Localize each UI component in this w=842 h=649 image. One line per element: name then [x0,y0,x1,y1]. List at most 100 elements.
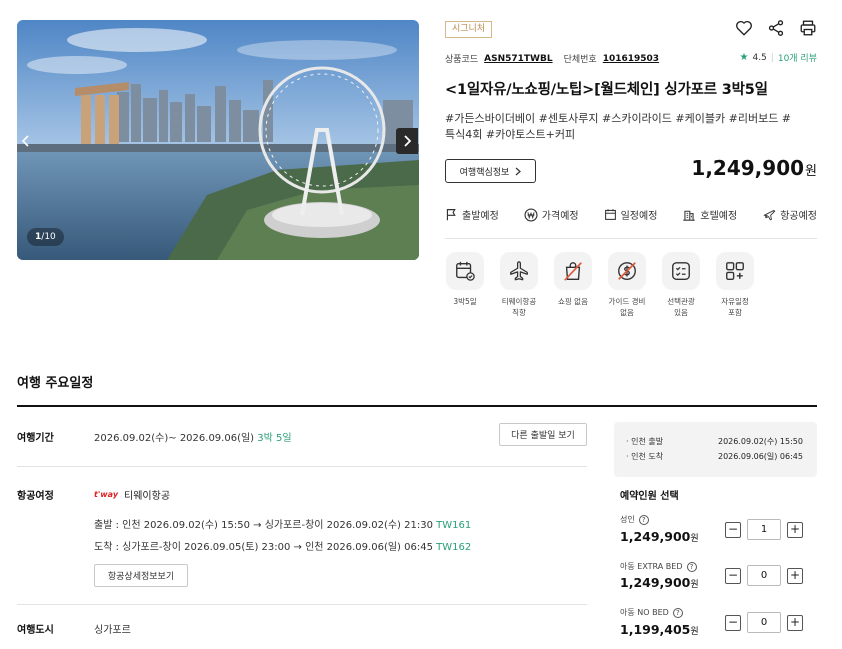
increase-button[interactable]: + [787,614,803,631]
feature-airline-line2: 직항 [512,308,526,317]
status-row: 출발예정 가격예정 일정예정 호텔예정 항공예정 [445,207,817,222]
travel-city-label: 여행도시 [17,625,54,636]
flight-summary-box: · 인천 출발 2026.09.02(수) 15:50 · 인천 도착 2026… [614,422,817,477]
pax-child-extra-bed-price: 1,249,900원 [620,575,699,590]
help-icon[interactable]: ? [686,561,697,572]
calendar-icon [604,209,616,220]
product-actions [735,19,817,37]
won-circle-icon [524,207,538,222]
product-image[interactable] [17,20,419,260]
feature-no-shopping: 쇼핑 없음 [553,252,593,318]
status-price-label: 가격예정 [541,211,579,222]
pax-child-extra-bed-name: 아동 EXTRA BED [620,562,683,571]
pax-child-no-bed-price-unit: 원 [690,627,699,637]
print-icon[interactable] [799,19,817,37]
feature-airline-line1: 티웨이항공 [501,297,537,306]
calendar-check-icon [456,261,475,281]
pax-child-no-bed-count[interactable]: 0 [747,612,781,633]
pax-adult-name: 성인 [620,515,635,524]
travel-period-value: 2026.09.02(수)~ 2026.09.06(일) 3박 5일 [94,429,292,444]
pax-adult-count[interactable]: 1 [747,519,781,540]
flag-icon [446,209,456,221]
feature-free-schedule: 자유일정 포함 [715,252,755,318]
departure-flight-number: TW161 [436,520,472,531]
divider [445,238,817,239]
feature-no-guide-fee-line2: 없음 [620,308,634,317]
product-price: 1,249,900원 [691,156,817,180]
heart-icon[interactable] [735,19,753,37]
pax-child-no-bed-price-amount: 1,199,405 [620,622,691,637]
summary-depart-value: 2026.09.02(수) 15:50 [717,437,803,446]
hotel-icon [683,210,696,221]
airline-name: 티웨이항공 [124,491,171,502]
feature-optional-tour-line2: 있음 [674,308,688,317]
group-number-value[interactable]: 101619503 [603,54,659,64]
feature-no-guide-fee: 가이드 경비없음 [607,252,647,318]
no-guide-fee-icon [618,262,636,280]
status-flight: 항공예정 [762,207,817,222]
travel-period-dates: 2026.09.02(수)~ 2026.09.06(일) [94,433,255,444]
signature-badge: 시그니처 [445,21,493,38]
plane-icon [763,209,776,221]
status-itinerary-label: 일정예정 [620,211,658,222]
feature-airline: 티웨이항공직항 [499,252,539,318]
review-count-link[interactable]: 10개 리뷰 [778,51,817,64]
feature-duration-label: 3박5일 [453,297,477,306]
other-departure-dates-button[interactable]: 다른 출발일 보기 [499,423,587,446]
travel-city-value: 싱가포르 [94,625,131,636]
pax-adult-price-amount: 1,249,900 [620,529,691,544]
airline: t'way 티웨이항공 [94,487,170,502]
status-hotel-label: 호텔예정 [700,211,738,222]
product-code-label: 상품코드 [445,55,479,65]
share-icon[interactable] [767,19,785,37]
row-divider [17,466,587,467]
singapore-skyline-photo [17,20,419,260]
product-code-value[interactable]: ASN571TWBL [484,54,552,64]
status-hotel: 호텔예정 [682,207,737,222]
pax-child-no-bed-price: 1,199,405원 [620,622,699,637]
status-itinerary: 일정예정 [604,207,658,222]
section-divider [17,405,817,407]
chevron-right-icon [515,167,522,175]
product-codes: 상품코드 ASN571TWBL 단체번호 101619503 [445,52,659,66]
pax-adult-label: 성인 ? [620,514,649,525]
tway-logo: t'way [94,490,119,499]
travel-period-label: 여행기간 [17,433,54,444]
decrease-button[interactable]: − [725,521,741,538]
chevron-left-icon [22,135,29,147]
decrease-button[interactable]: − [725,614,741,631]
product-tags: #가든스바이더베이 #센토사루지 #스카이라이드 #케이블카 #리버보드 #특식… [445,112,792,141]
prev-image-button[interactable] [17,128,35,154]
pax-child-extra-bed-price-amount: 1,249,900 [620,575,691,590]
feature-no-guide-fee-line1: 가이드 경비 [608,297,646,306]
image-counter: 1/10 [27,228,64,246]
travel-key-info-button[interactable]: 여행핵심정보 [445,159,536,183]
group-number-label: 단체번호 [563,55,597,65]
status-departure: 출발예정 [445,207,499,222]
row-divider [17,604,587,605]
pax-child-extra-bed-count[interactable]: 0 [747,565,781,586]
product-price-amount: 1,249,900 [691,156,805,180]
help-icon[interactable]: ? [638,514,649,525]
summary-depart-label: · 인천 출발 [626,437,664,446]
decrease-button[interactable]: − [725,567,741,584]
increase-button[interactable]: + [787,521,803,538]
feature-duration: 3박5일 [445,252,485,318]
status-departure-label: 출발예정 [462,211,499,222]
help-icon[interactable]: ? [672,607,683,618]
travel-period-nights: 3박 5일 [257,433,292,444]
next-image-button[interactable] [396,128,418,154]
increase-button[interactable]: + [787,567,803,584]
pax-child-extra-bed-price-unit: 원 [690,580,699,590]
flight-itinerary-label: 항공여정 [17,491,54,502]
feature-free-schedule-line1: 자유일정 [721,297,749,306]
travel-key-info-label: 여행핵심정보 [459,167,510,178]
summary-arrive-value: 2026.09.06(일) 06:45 [717,452,803,461]
pax-adult-price-unit: 원 [690,534,699,544]
flight-detail-button[interactable]: 항공상세정보보기 [94,564,188,587]
return-flight-number: TW162 [436,542,472,553]
pax-child-extra-bed-stepper: − 0 + [725,565,803,586]
feature-optional-tour: 선택관광 있음 [661,252,701,318]
rating[interactable]: ★ 4.5 | 10개 리뷰 [740,51,818,64]
status-flight-label: 항공예정 [780,211,817,222]
